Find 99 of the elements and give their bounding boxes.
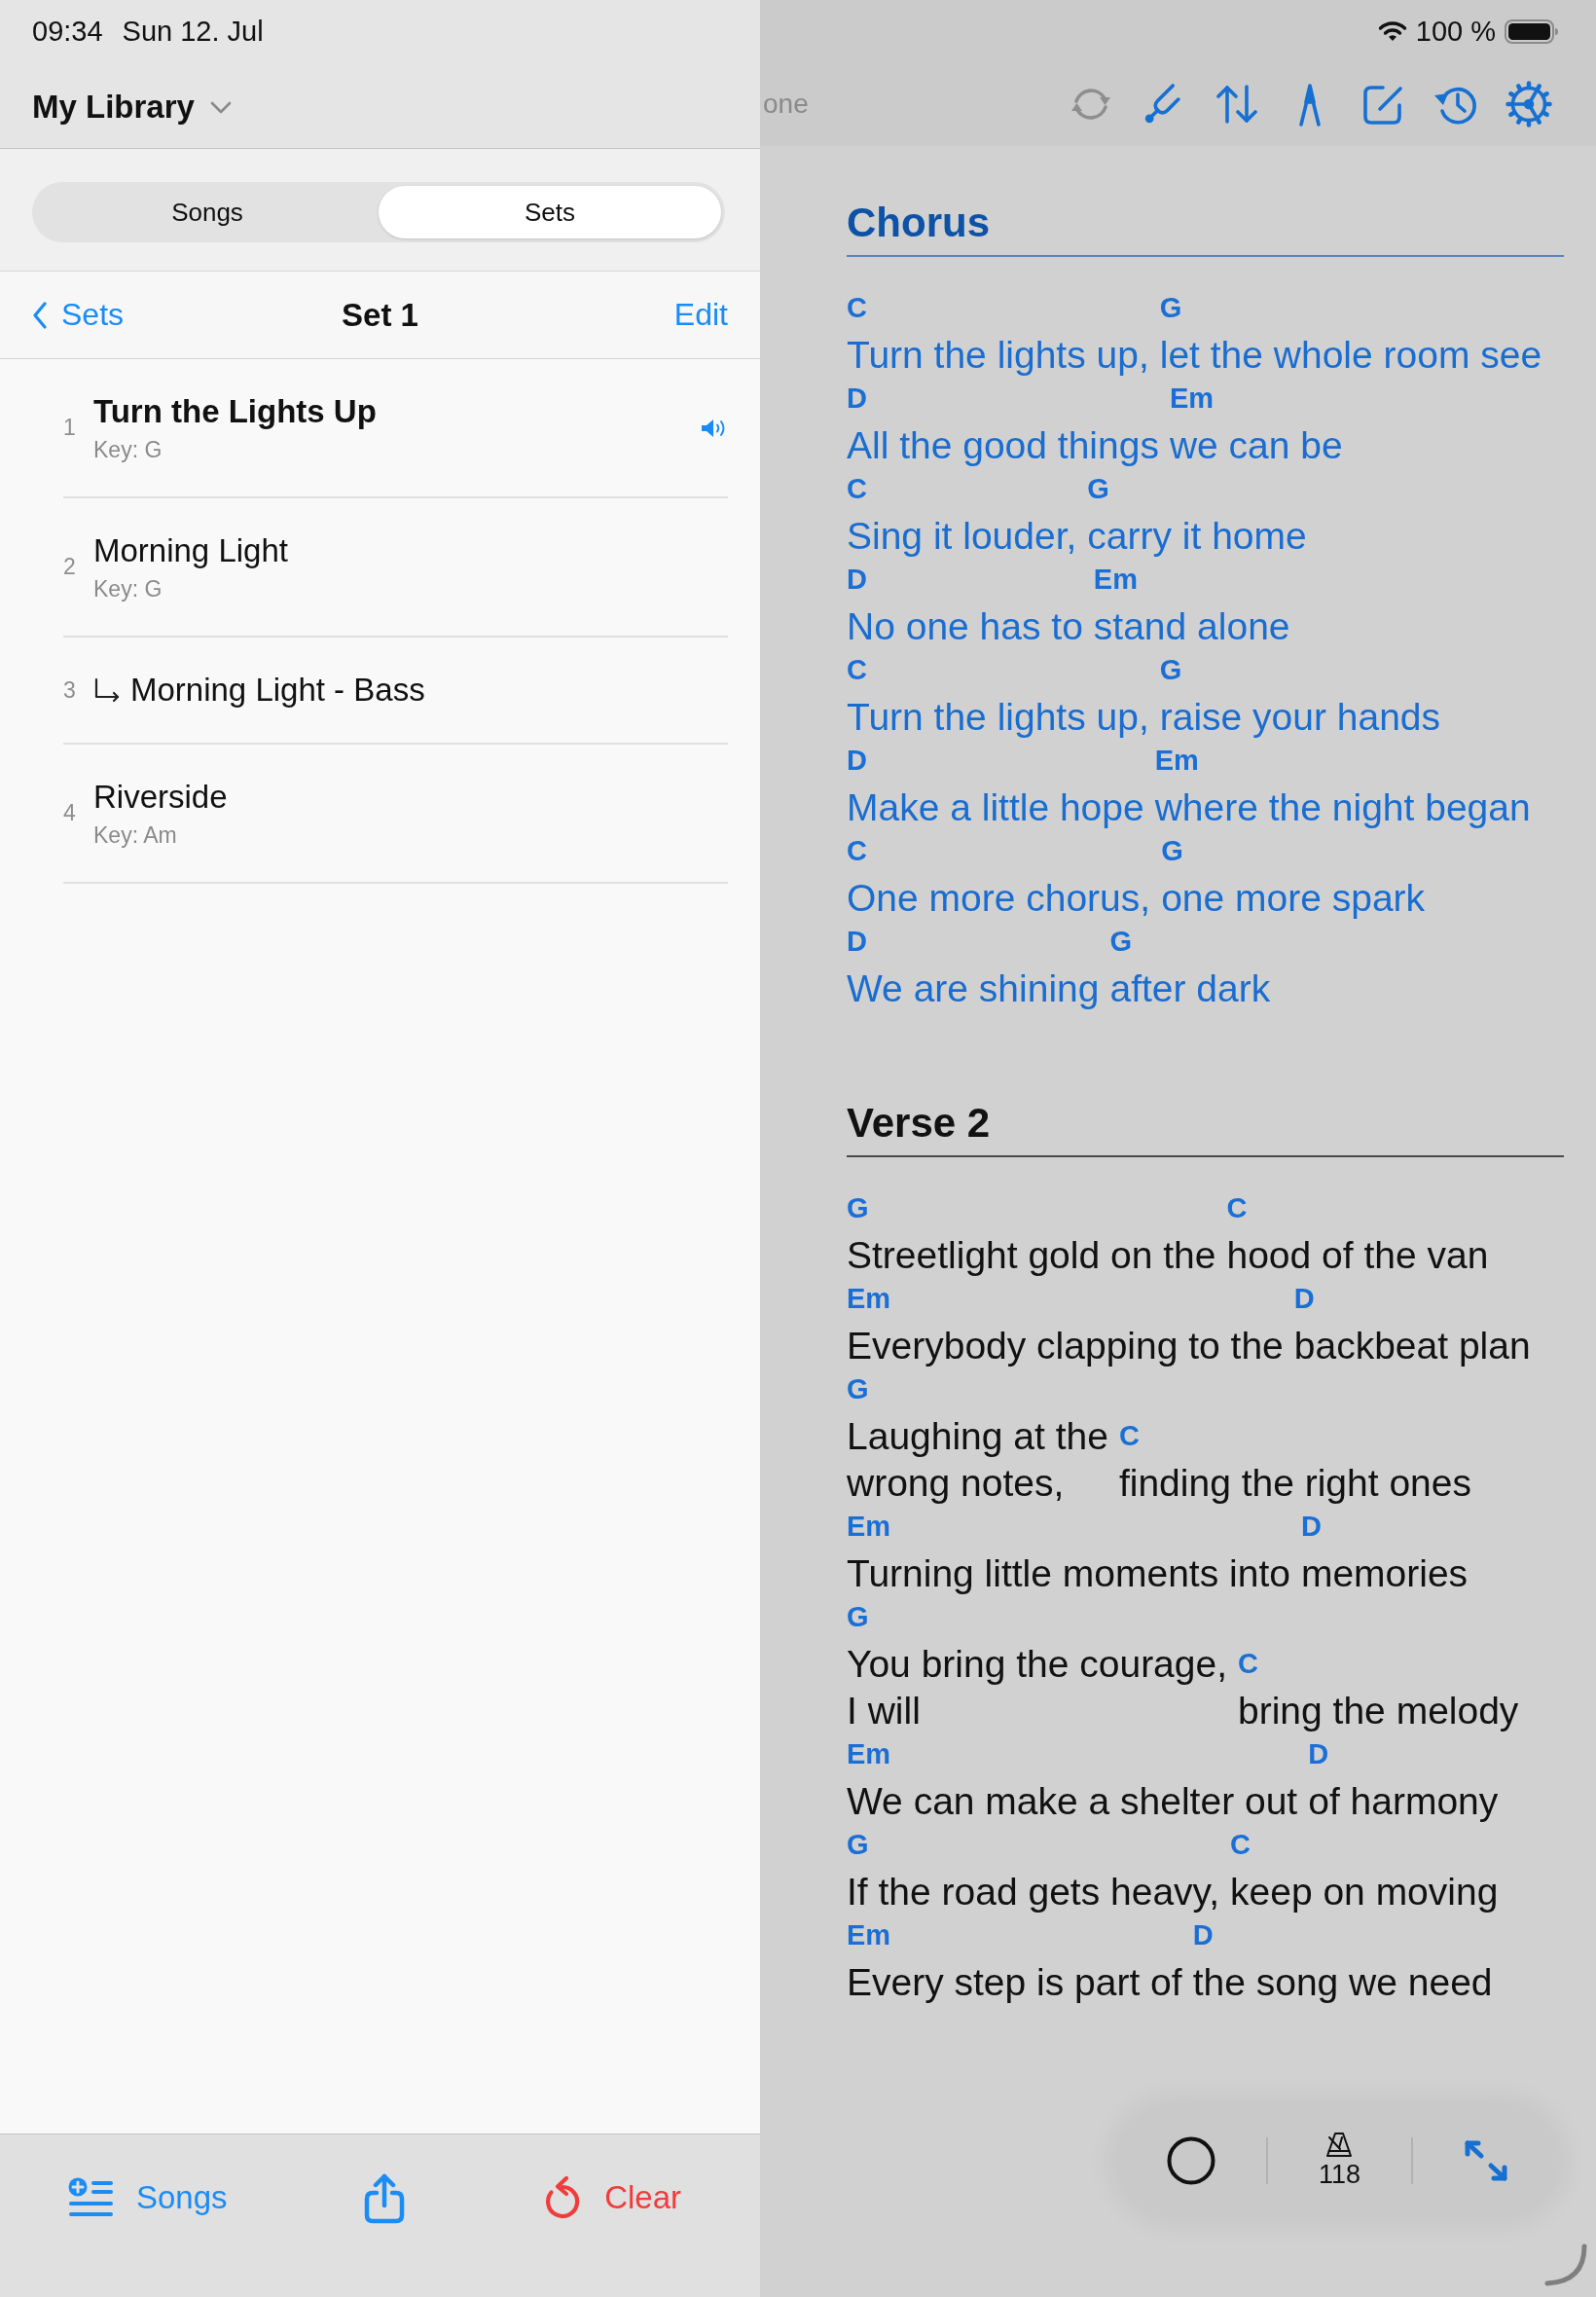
song-title[interactable]: Morning Light - Bass bbox=[130, 671, 425, 710]
lyric-text: of harmony bbox=[1308, 1779, 1499, 1824]
list-plus-icon bbox=[68, 2177, 115, 2218]
lyric-text: One more chorus, bbox=[847, 876, 1151, 921]
chord-label: Em bbox=[847, 1918, 891, 1952]
chord-label: D bbox=[847, 925, 867, 959]
battery-icon bbox=[1505, 18, 1559, 44]
chord-label: Em bbox=[847, 1282, 891, 1316]
chord-label: G bbox=[1109, 925, 1132, 959]
lyric-text: We are shining bbox=[847, 966, 1100, 1011]
return-arrow-icon bbox=[93, 677, 121, 703]
chord-label: G bbox=[1159, 291, 1182, 325]
lyric-text: Streetlight gold on the bbox=[847, 1233, 1216, 1278]
chord-label: D bbox=[1300, 1510, 1322, 1544]
chord-label: C bbox=[847, 653, 867, 687]
lyric-text: Turn the lights up, bbox=[847, 333, 1149, 378]
item-number: 1 bbox=[63, 415, 77, 441]
chord-label: Em bbox=[1169, 382, 1215, 416]
lyric-text: No one has to bbox=[847, 604, 1083, 649]
lyric-text: Everybody clapping to the bbox=[847, 1324, 1284, 1368]
chord-label: Em bbox=[1154, 744, 1199, 778]
chevron-down-icon bbox=[209, 100, 232, 114]
lyric-text: we can be bbox=[1169, 423, 1343, 468]
lyric-text: Sing it louder, bbox=[847, 514, 1077, 559]
lyric-text: Laughing at the bbox=[847, 1414, 1108, 1459]
chord-label: D bbox=[847, 382, 867, 416]
chord-label: D bbox=[847, 744, 867, 778]
item-number: 2 bbox=[63, 554, 77, 580]
lyric-text: memories bbox=[1300, 1551, 1469, 1596]
section-heading: Verse 2 bbox=[847, 1099, 991, 1148]
chord-label: G bbox=[847, 1600, 869, 1634]
lyric-text: If the road gets heavy, bbox=[847, 1870, 1219, 1914]
chord-label: G bbox=[847, 1372, 869, 1406]
settings-icon[interactable] bbox=[1505, 80, 1553, 128]
chevron-left-icon bbox=[32, 301, 48, 329]
lyric-text: where the night began bbox=[1154, 785, 1531, 830]
lyric-text: the song we need bbox=[1192, 1960, 1493, 2005]
lyric-text: Make a little hope bbox=[847, 785, 1144, 830]
lyric-text: You bring the courage, bbox=[847, 1642, 1228, 1687]
lyric-text: Turning little moments into bbox=[847, 1551, 1290, 1596]
chord-label: C bbox=[1118, 1419, 1140, 1453]
lyric-text: I will bbox=[847, 1689, 921, 1733]
section-heading: Chorus bbox=[847, 199, 990, 247]
chord-label: C bbox=[1238, 1647, 1258, 1681]
lyric-text: carry it home bbox=[1087, 514, 1307, 559]
chord-label: G bbox=[847, 1828, 869, 1862]
chord-label: D bbox=[1308, 1737, 1329, 1771]
lyric-text: let the whole room see bbox=[1159, 333, 1542, 378]
lyric-text: wrong notes, bbox=[847, 1461, 1065, 1506]
status-date: Sun 12. Jul bbox=[122, 15, 264, 48]
lyric-text: stand alone bbox=[1093, 604, 1290, 649]
song-key: Key: G bbox=[93, 575, 163, 602]
metronome-button[interactable]: 118 bbox=[1318, 2132, 1360, 2190]
song-key: Key: G bbox=[93, 436, 163, 463]
chord-label: G bbox=[1159, 653, 1182, 687]
expand-arrows-icon[interactable] bbox=[1464, 2139, 1508, 2182]
item-number: 4 bbox=[63, 800, 77, 826]
chord-label: Em bbox=[847, 1737, 891, 1771]
circle-icon[interactable] bbox=[1166, 2136, 1215, 2185]
lyric-text: Every step is part of bbox=[847, 1960, 1182, 2005]
metronome-icon bbox=[1324, 2132, 1355, 2158]
song-title[interactable]: Riverside bbox=[93, 778, 228, 817]
song-key: Key: Am bbox=[93, 821, 177, 849]
chord-label: Em bbox=[1093, 563, 1138, 597]
corner-arc-icon[interactable] bbox=[1543, 2242, 1588, 2287]
chord-label: G bbox=[1087, 472, 1109, 506]
segment-tab[interactable]: Sets bbox=[379, 186, 721, 238]
lyric-text: one more spark bbox=[1161, 876, 1426, 921]
lyric-text: hood of the van bbox=[1226, 1233, 1489, 1278]
chord-label: D bbox=[1192, 1918, 1214, 1952]
status-time: 09:34 bbox=[32, 15, 103, 48]
battery-percent: 100 % bbox=[1415, 15, 1496, 48]
song-title[interactable]: Morning Light bbox=[93, 531, 288, 570]
nav-title: Set 1 bbox=[342, 296, 418, 334]
chord-label: C bbox=[847, 472, 867, 506]
chord-label: D bbox=[847, 563, 867, 597]
lyric-text: Turn the lights up, bbox=[847, 695, 1149, 740]
lyric-text: backbeat plan bbox=[1293, 1324, 1531, 1368]
chord-label: G bbox=[1161, 834, 1183, 868]
lyric-text: bring the melody bbox=[1238, 1689, 1519, 1733]
lyric-text: We can make a shelter out bbox=[847, 1779, 1298, 1824]
lyric-text: after dark bbox=[1109, 966, 1271, 1011]
lyric-text: finding the right ones bbox=[1118, 1461, 1471, 1506]
lyric-text: All the good things bbox=[847, 423, 1159, 468]
chord-label: C bbox=[1230, 1828, 1251, 1862]
item-number: 3 bbox=[63, 676, 77, 704]
chord-label: G bbox=[847, 1191, 869, 1225]
chord-label: C bbox=[847, 291, 867, 325]
song-title[interactable]: Turn the Lights Up bbox=[93, 392, 377, 431]
chord-label: C bbox=[1226, 1191, 1248, 1225]
chord-label: D bbox=[1293, 1282, 1315, 1316]
segment-tab[interactable]: Songs bbox=[36, 186, 379, 238]
lyric-text: raise your hands bbox=[1159, 695, 1441, 740]
lyric-text: keep on moving bbox=[1230, 1870, 1499, 1914]
chord-label: C bbox=[847, 834, 867, 868]
wifi-icon bbox=[1377, 20, 1407, 42]
library-menu-button[interactable]: My Library bbox=[32, 89, 232, 126]
share-icon[interactable] bbox=[364, 2173, 406, 2224]
chord-label: Em bbox=[847, 1510, 891, 1544]
